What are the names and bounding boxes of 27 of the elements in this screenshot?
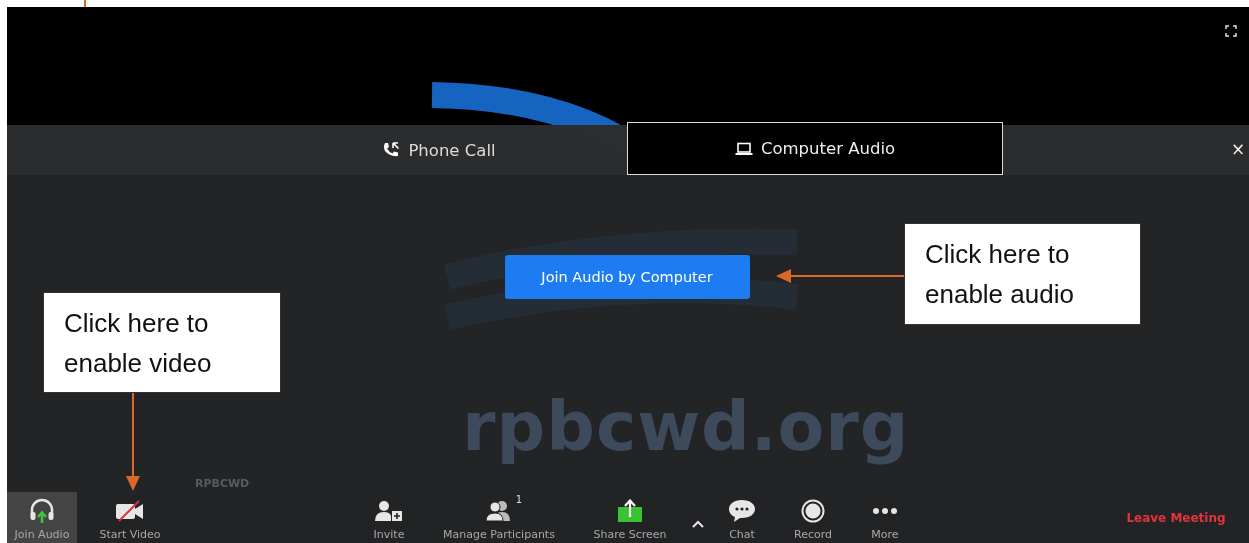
close-button[interactable]: × bbox=[1231, 139, 1245, 159]
participant-count: 1 bbox=[515, 494, 522, 505]
audio-tab[interactable]: Phone Call bbox=[319, 125, 559, 175]
person-add-icon bbox=[375, 500, 403, 522]
participants-button[interactable]: 1 Manage Participants bbox=[433, 492, 565, 543]
video-button[interactable]: Start Video bbox=[88, 492, 172, 543]
caret-icon bbox=[692, 520, 704, 528]
laptop-icon bbox=[734, 141, 753, 156]
more-button[interactable]: More bbox=[860, 492, 910, 543]
record-button[interactable]: Record bbox=[785, 492, 841, 543]
phone-icon bbox=[382, 142, 401, 158]
share-button[interactable]: Share Screen bbox=[588, 492, 672, 543]
headphones-icon bbox=[29, 498, 55, 524]
chat-button[interactable]: Chat bbox=[717, 492, 767, 543]
audio-button[interactable]: Join Audio bbox=[7, 492, 77, 543]
audio-tab[interactable]: Computer Audio bbox=[627, 122, 1003, 175]
chat-bubble-icon bbox=[728, 499, 756, 523]
invite-button[interactable]: Invite bbox=[359, 492, 419, 543]
more-icon bbox=[872, 507, 898, 515]
callout-note: Click here to enable audio bbox=[904, 223, 1141, 325]
fullscreen-icon[interactable] bbox=[1225, 25, 1237, 37]
video-off-icon bbox=[115, 500, 145, 522]
record-icon bbox=[801, 499, 825, 523]
callout-note: Click here to enable video bbox=[43, 292, 281, 393]
leave-meeting-button[interactable]: Leave Meeting bbox=[1116, 492, 1236, 543]
share-screen-icon bbox=[617, 499, 643, 523]
join-audio-button[interactable]: Join Audio by Computer bbox=[504, 255, 750, 299]
